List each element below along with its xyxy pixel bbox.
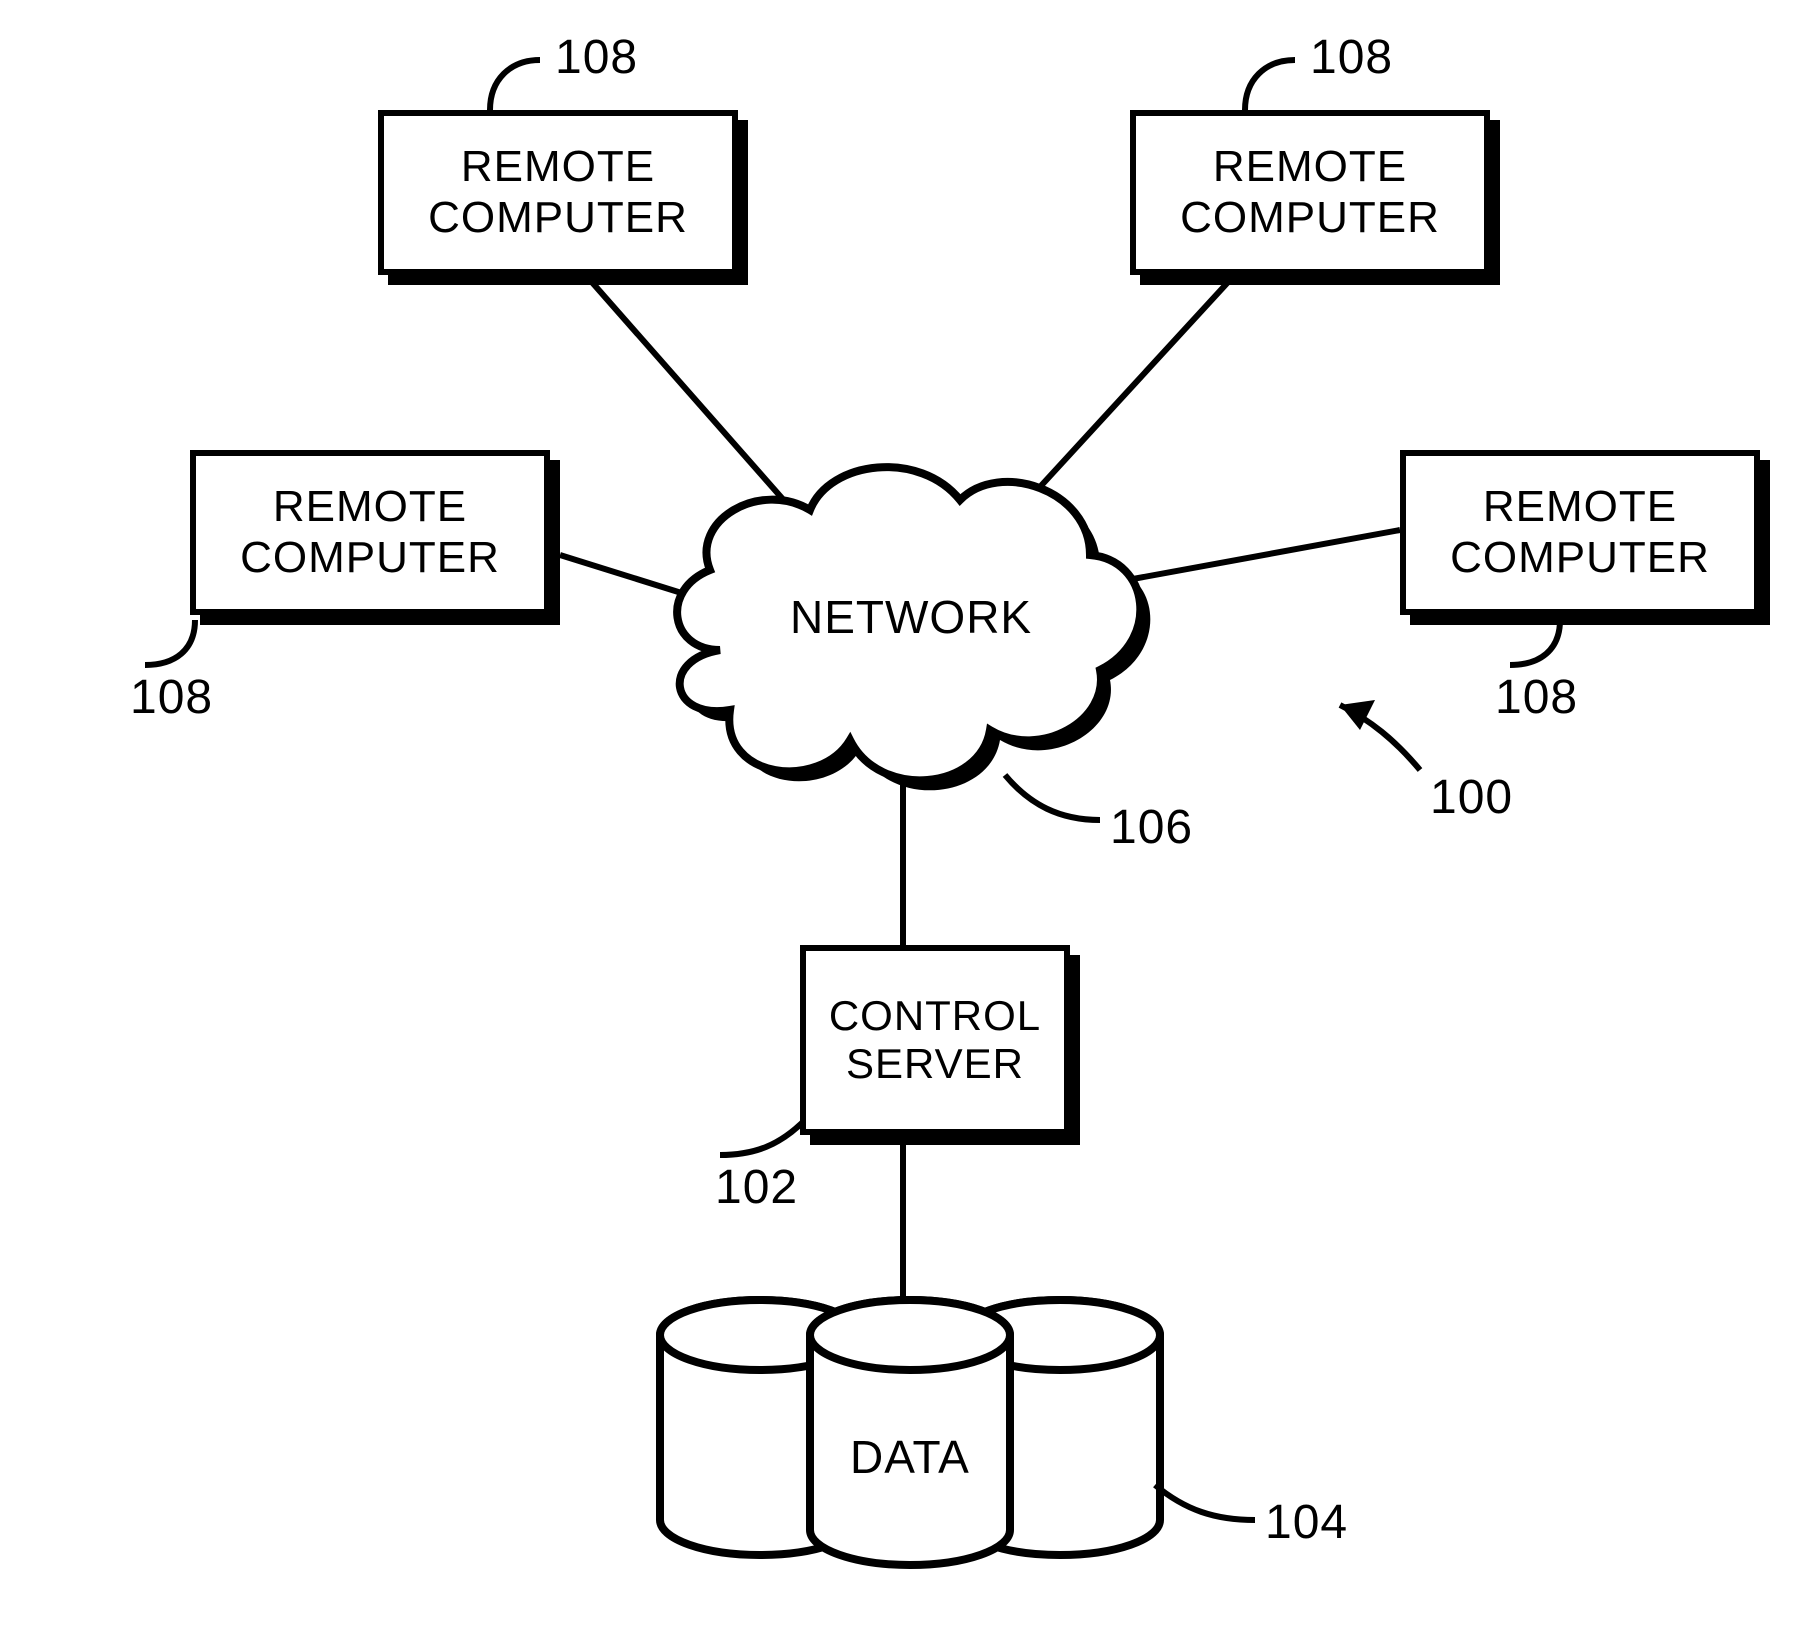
- remote-computer-label-line2: COMPUTER: [240, 533, 500, 582]
- remote-computer-box: REMOTE COMPUTER: [1130, 110, 1490, 275]
- remote-computer-label-line2: COMPUTER: [1450, 533, 1710, 582]
- diagram-svg: [0, 0, 1801, 1628]
- ref-108: 108: [555, 30, 638, 85]
- remote-computer-box: REMOTE COMPUTER: [1400, 450, 1760, 615]
- remote-computer-label-line2: COMPUTER: [428, 193, 688, 242]
- ref-108: 108: [1495, 670, 1578, 725]
- ref-102: 102: [715, 1160, 798, 1215]
- remote-computer-box: REMOTE COMPUTER: [378, 110, 738, 275]
- control-server-box: CONTROL SERVER: [800, 945, 1070, 1135]
- remote-computer-box: REMOTE COMPUTER: [190, 450, 550, 615]
- remote-computer-label-line2: COMPUTER: [1180, 193, 1440, 242]
- ref-104: 104: [1265, 1495, 1348, 1550]
- network-label: NETWORK: [790, 590, 1032, 644]
- remote-computer-label-line1: REMOTE: [1213, 142, 1407, 191]
- remote-computer-label-line1: REMOTE: [1483, 482, 1677, 531]
- diagram-canvas: REMOTE COMPUTER REMOTE COMPUTER REMOTE C…: [0, 0, 1801, 1628]
- ref-108: 108: [1310, 30, 1393, 85]
- data-store-label: DATA: [850, 1430, 970, 1484]
- control-server-label-line1: CONTROL: [829, 992, 1041, 1039]
- remote-computer-label-line1: REMOTE: [273, 482, 467, 531]
- ref-108: 108: [130, 670, 213, 725]
- ref-100: 100: [1430, 770, 1513, 825]
- ref-106: 106: [1110, 800, 1193, 855]
- remote-computer-label-line1: REMOTE: [461, 142, 655, 191]
- control-server-label-line2: SERVER: [846, 1040, 1024, 1087]
